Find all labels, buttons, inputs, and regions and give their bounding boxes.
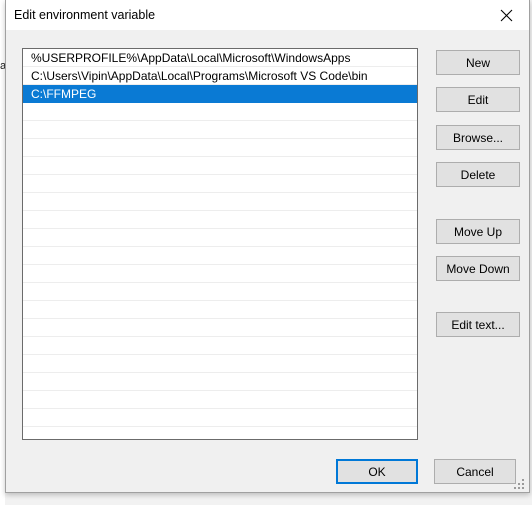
list-item[interactable] (23, 175, 417, 193)
close-button[interactable] (484, 0, 529, 30)
window-title: Edit environment variable (14, 8, 156, 22)
list-item[interactable] (23, 283, 417, 301)
list-item[interactable] (23, 139, 417, 157)
edit-text-button[interactable]: Edit text... (436, 312, 520, 337)
list-item[interactable] (23, 337, 417, 355)
list-item[interactable] (23, 409, 417, 427)
move-down-button[interactable]: Move Down (436, 256, 520, 281)
list-item-selected[interactable]: C:\FFMPEG (23, 85, 417, 103)
list-item[interactable]: %USERPROFILE%\AppData\Local\Microsoft\Wi… (23, 49, 417, 67)
list-item[interactable] (23, 193, 417, 211)
list-item[interactable] (23, 319, 417, 337)
ok-button[interactable]: OK (336, 459, 418, 484)
new-button[interactable]: New (436, 50, 520, 75)
list-item[interactable] (23, 265, 417, 283)
list-item[interactable] (23, 247, 417, 265)
title-bar: Edit environment variable (6, 0, 529, 31)
path-list[interactable]: %USERPROFILE%\AppData\Local\Microsoft\Wi… (22, 48, 418, 440)
list-item[interactable] (23, 211, 417, 229)
move-up-button[interactable]: Move Up (436, 219, 520, 244)
delete-button[interactable]: Delete (436, 162, 520, 187)
list-item[interactable] (23, 157, 417, 175)
cancel-button[interactable]: Cancel (434, 459, 516, 484)
list-item[interactable] (23, 121, 417, 139)
resize-grip-icon[interactable] (513, 477, 525, 489)
list-item[interactable] (23, 373, 417, 391)
list-item[interactable] (23, 229, 417, 247)
list-item[interactable] (23, 427, 417, 439)
list-item[interactable]: C:\Users\Vipin\AppData\Local\Programs\Mi… (23, 67, 417, 85)
browse-button[interactable]: Browse... (436, 125, 520, 150)
close-icon (500, 9, 513, 22)
list-item[interactable] (23, 301, 417, 319)
list-item[interactable] (23, 391, 417, 409)
edit-environment-variable-dialog: Edit environment variable %USERPROFILE%\… (5, 0, 530, 493)
list-item[interactable] (23, 103, 417, 121)
list-item[interactable] (23, 355, 417, 373)
edit-button[interactable]: Edit (436, 87, 520, 112)
